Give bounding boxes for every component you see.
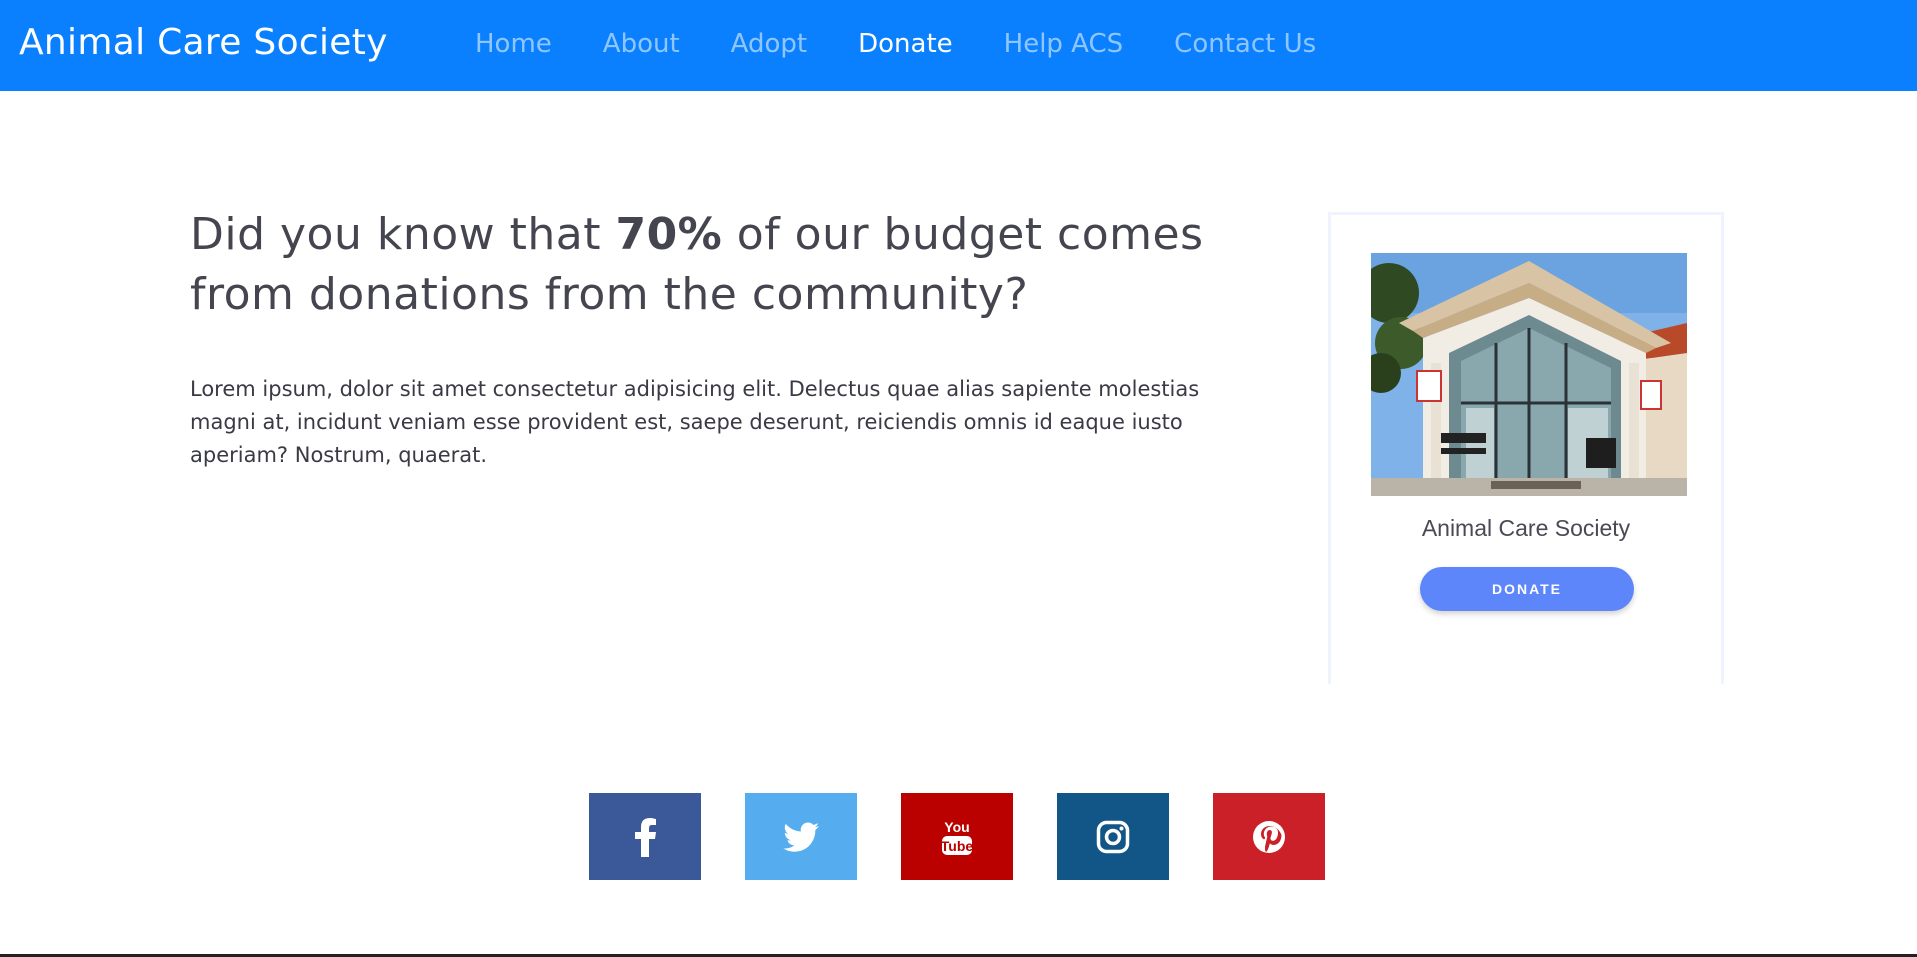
facebook-button[interactable]	[589, 793, 701, 880]
nav-item-help-acs[interactable]: Help ACS	[1004, 22, 1124, 66]
navbar: Animal Care Society Home About Adopt Don…	[0, 0, 1917, 91]
card-title: Animal Care Society	[1421, 515, 1631, 541]
building-photo	[1371, 253, 1687, 496]
youtube-button[interactable]: You Tube	[901, 793, 1013, 880]
facebook-icon	[635, 817, 656, 857]
nav-item-donate[interactable]: Donate	[858, 22, 953, 66]
svg-text:You: You	[944, 819, 969, 835]
headline-highlight: 70%	[615, 209, 723, 260]
social-links: You Tube	[589, 793, 1369, 880]
pinterest-button[interactable]	[1213, 793, 1325, 880]
donate-card: Animal Care Society DONATE	[1328, 212, 1724, 684]
nav-item-adopt[interactable]: Adopt	[731, 22, 807, 66]
body-paragraph: Lorem ipsum, dolor sit amet consectetur …	[190, 377, 1200, 467]
nav-item-contact-us[interactable]: Contact Us	[1174, 22, 1316, 66]
instagram-button[interactable]	[1057, 793, 1169, 880]
twitter-button[interactable]	[745, 793, 857, 880]
nav-item-about[interactable]: About	[603, 22, 680, 66]
nav-menu: Home About Adopt Donate Help ACS Contact…	[475, 22, 1367, 66]
nav-item-home[interactable]: Home	[475, 22, 552, 66]
brand-logo-text[interactable]: Animal Care Society	[19, 17, 388, 69]
svg-text:Tube: Tube	[941, 838, 974, 854]
twitter-icon	[783, 822, 819, 852]
instagram-icon	[1096, 820, 1130, 853]
pinterest-icon	[1253, 820, 1285, 853]
donate-button[interactable]: DONATE	[1420, 567, 1634, 611]
headline-text-before: Did you know that	[190, 209, 616, 260]
page-headline: Did you know that 70% of our budget come…	[190, 205, 1250, 325]
youtube-icon: You Tube	[941, 819, 974, 855]
